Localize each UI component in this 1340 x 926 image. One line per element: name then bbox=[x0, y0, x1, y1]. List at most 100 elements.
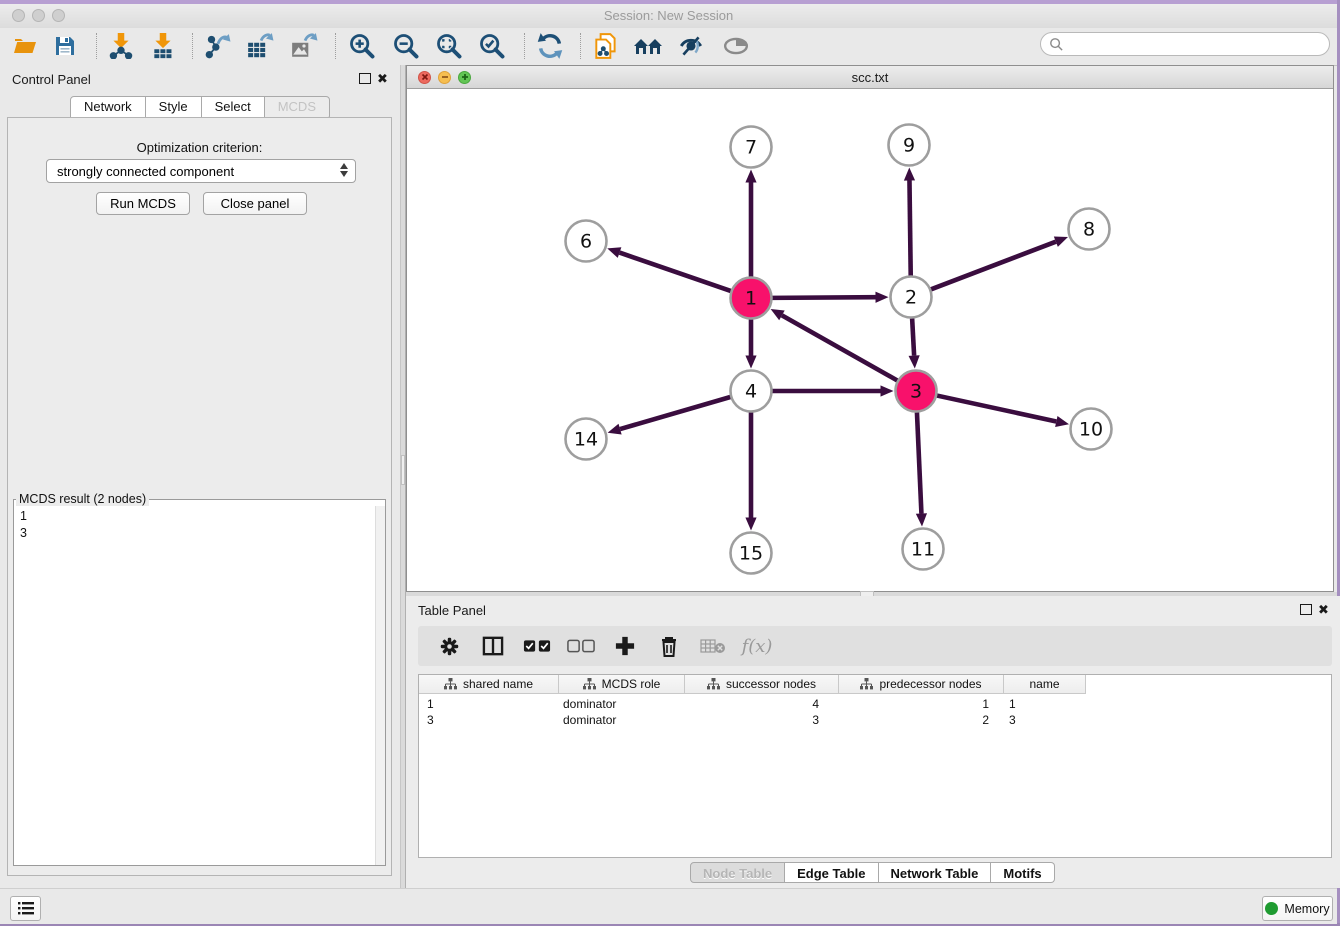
open-folder-icon[interactable] bbox=[8, 31, 42, 61]
toolbar-separator bbox=[96, 33, 98, 59]
duplicate-network-icon[interactable] bbox=[589, 31, 623, 61]
column-header[interactable]: MCDS role bbox=[559, 675, 685, 694]
zoom-out-icon[interactable] bbox=[389, 31, 423, 61]
function-builder-icon[interactable]: f(x) bbox=[742, 633, 772, 659]
tab-mcds[interactable]: MCDS bbox=[265, 96, 330, 118]
export-image-icon[interactable] bbox=[287, 31, 321, 61]
tab-select[interactable]: Select bbox=[202, 96, 265, 118]
add-icon[interactable] bbox=[610, 633, 640, 659]
select-stepper-icon bbox=[340, 163, 348, 177]
titlebar[interactable]: Session: New Session bbox=[0, 4, 1337, 29]
hierarchy-icon bbox=[860, 678, 873, 690]
float-panel-icon[interactable] bbox=[1300, 604, 1312, 615]
tab-edge-table[interactable]: Edge Table bbox=[785, 862, 878, 883]
graph-node-label: 15 bbox=[739, 543, 763, 565]
mcds-result-line: 1 bbox=[20, 508, 27, 525]
graph-edge-arrowhead bbox=[881, 385, 894, 396]
toolbar-separator bbox=[192, 33, 194, 59]
homes-icon[interactable] bbox=[631, 31, 665, 61]
hierarchy-icon bbox=[707, 678, 720, 690]
table-panel-title: Table Panel bbox=[418, 603, 486, 618]
graph-node-label: 11 bbox=[911, 539, 935, 561]
deselect-all-icon[interactable] bbox=[566, 633, 596, 659]
cell-mcds-role: dominator bbox=[563, 697, 616, 711]
column-header[interactable]: name bbox=[1004, 675, 1086, 694]
split-columns-icon[interactable] bbox=[478, 633, 508, 659]
column-header[interactable]: predecessor nodes bbox=[839, 675, 1004, 694]
graph-edge-arrowhead bbox=[875, 292, 888, 303]
network-graph[interactable]: 1234678910111415 bbox=[407, 89, 1333, 591]
delete-table-icon[interactable] bbox=[698, 633, 728, 659]
run-mcds-button[interactable]: Run MCDS bbox=[96, 192, 190, 215]
column-header[interactable]: shared name bbox=[419, 675, 559, 694]
export-table-icon[interactable] bbox=[243, 31, 277, 61]
cell-shared-name: 3 bbox=[427, 713, 434, 727]
import-network-icon[interactable] bbox=[104, 31, 138, 61]
graph-edge[interactable] bbox=[909, 180, 910, 275]
column-label: predecessor nodes bbox=[879, 677, 981, 691]
graph-node-label: 10 bbox=[1079, 419, 1103, 441]
import-table-icon[interactable] bbox=[146, 31, 180, 61]
tab-network[interactable]: Network bbox=[70, 96, 146, 118]
delete-icon[interactable] bbox=[654, 633, 684, 659]
result-scrollbar[interactable] bbox=[375, 506, 385, 865]
list-icon bbox=[18, 902, 34, 915]
search-input[interactable] bbox=[1069, 36, 1329, 52]
window-title: Session: New Session bbox=[0, 8, 1337, 23]
zoom-in-icon[interactable] bbox=[345, 31, 379, 61]
mcds-result-box: MCDS result (2 nodes) 1 3 bbox=[13, 492, 386, 866]
tab-network-table[interactable]: Network Table bbox=[879, 862, 992, 883]
graph-node-label: 7 bbox=[745, 137, 757, 159]
zoom-fit-icon[interactable] bbox=[432, 31, 466, 61]
optimization-select[interactable]: strongly connected component bbox=[46, 159, 356, 183]
network-canvas[interactable]: 1234678910111415 bbox=[407, 89, 1333, 591]
graph-edge[interactable] bbox=[931, 242, 1056, 290]
graph-node-label: 1 bbox=[745, 288, 757, 310]
tab-style[interactable]: Style bbox=[146, 96, 202, 118]
search-field[interactable] bbox=[1040, 32, 1330, 56]
hide-eye-icon[interactable] bbox=[674, 31, 708, 61]
column-header[interactable]: successor nodes bbox=[685, 675, 839, 694]
table-tabs: Node Table Edge Table Network Table Moti… bbox=[690, 862, 1055, 883]
graph-edge-arrowhead bbox=[745, 170, 756, 183]
node-table[interactable]: shared name MCDS role successor nodes pr… bbox=[418, 674, 1332, 858]
control-panel-title: Control Panel bbox=[12, 72, 91, 87]
column-label: successor nodes bbox=[726, 677, 816, 691]
graph-edge[interactable] bbox=[620, 253, 731, 291]
table-row[interactable]: 3 dominator 3 2 3 bbox=[419, 712, 1331, 728]
tab-node-table[interactable]: Node Table bbox=[690, 862, 785, 883]
close-panel-button[interactable]: Close panel bbox=[203, 192, 307, 215]
main-toolbar bbox=[0, 28, 1337, 66]
zoom-selected-icon[interactable] bbox=[475, 31, 509, 61]
tab-motifs[interactable]: Motifs bbox=[991, 862, 1054, 883]
network-window-titlebar[interactable]: scc.txt bbox=[407, 66, 1333, 89]
graph-edge[interactable] bbox=[772, 297, 875, 298]
eye-icon[interactable] bbox=[719, 31, 753, 61]
hierarchy-icon bbox=[444, 678, 457, 690]
mcds-panel-body: Optimization criterion: strongly connect… bbox=[7, 117, 392, 876]
toolbar-separator bbox=[580, 33, 582, 59]
graph-edge[interactable] bbox=[937, 396, 1056, 422]
graph-edge[interactable] bbox=[782, 315, 897, 380]
status-bar: Memory bbox=[0, 888, 1337, 924]
close-panel-icon[interactable]: ✖ bbox=[377, 72, 388, 85]
graph-edge[interactable] bbox=[917, 412, 921, 513]
save-icon[interactable] bbox=[48, 31, 82, 61]
control-panel-tabs: Network Style Select MCDS bbox=[0, 96, 400, 118]
graph-edge-arrowhead bbox=[909, 355, 920, 368]
network-view-window: scc.txt 1234678910111415 bbox=[406, 65, 1334, 592]
gear-icon[interactable] bbox=[434, 633, 464, 659]
close-panel-icon[interactable]: ✖ bbox=[1318, 603, 1329, 616]
select-all-icon[interactable] bbox=[522, 633, 552, 659]
graph-edge[interactable] bbox=[620, 397, 730, 429]
export-network-icon[interactable] bbox=[201, 31, 235, 61]
table-row[interactable]: 1 dominator 4 1 1 bbox=[419, 696, 1331, 712]
float-panel-icon[interactable] bbox=[359, 73, 371, 84]
show-panel-list-button[interactable] bbox=[10, 896, 41, 921]
vertical-split-handle[interactable] bbox=[401, 455, 405, 485]
toolbar-separator bbox=[524, 33, 526, 59]
column-label: MCDS role bbox=[602, 677, 661, 691]
memory-button[interactable]: Memory bbox=[1262, 896, 1333, 921]
refresh-icon[interactable] bbox=[533, 31, 567, 61]
graph-edge[interactable] bbox=[912, 318, 914, 355]
